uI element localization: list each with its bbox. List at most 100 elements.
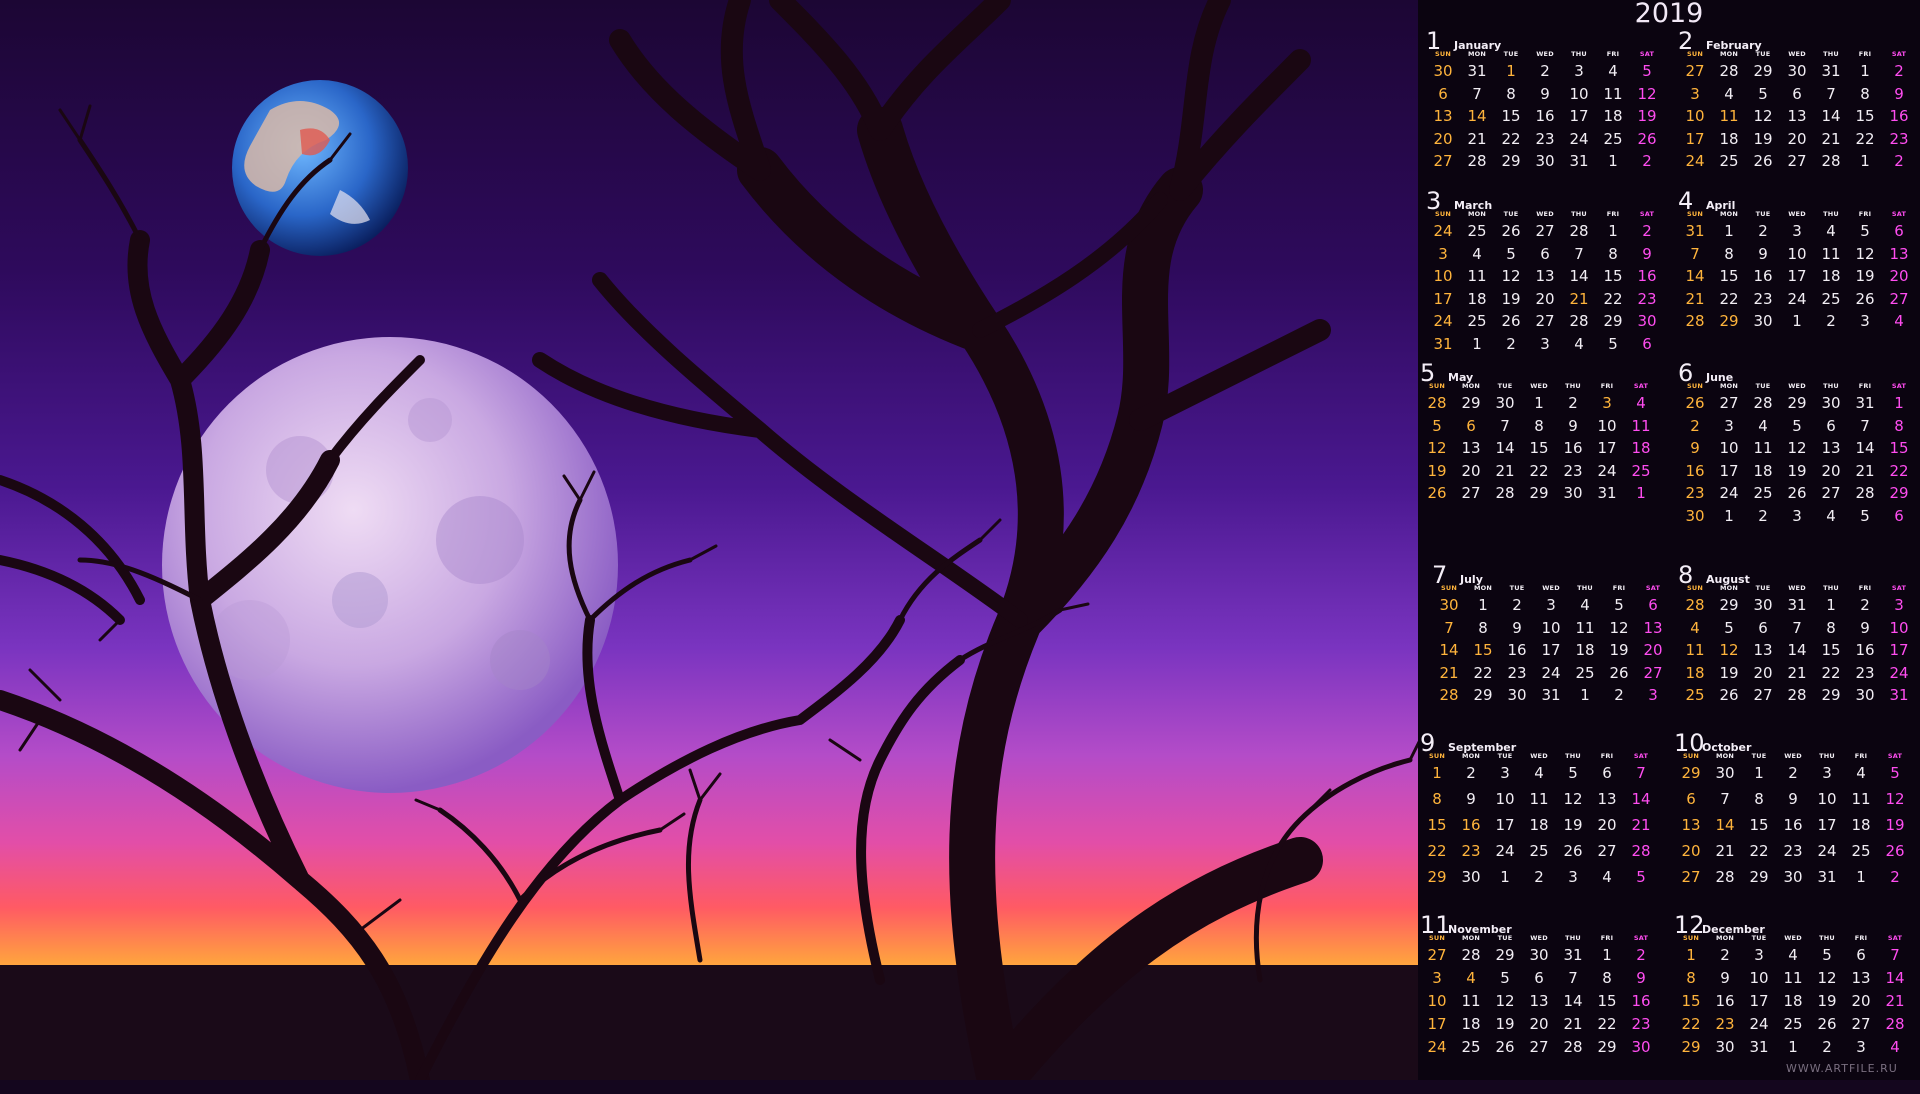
day-cell: 22 (1427, 842, 1447, 860)
day-cell: 31 (1597, 484, 1617, 502)
day-cell: 20 (1461, 461, 1481, 480)
day-cell: 18 (1783, 992, 1803, 1010)
day-cell: 30 (1439, 596, 1459, 614)
day-cell: 23 (1783, 842, 1803, 860)
day-cell: 9 (1758, 244, 1768, 263)
day-cell: 31 (1467, 62, 1487, 80)
day-cell: 4 (1890, 1038, 1900, 1056)
weekday-header: FRI (1600, 752, 1614, 760)
day-cell: 18 (1529, 816, 1549, 834)
day-cell: 27 (1787, 152, 1807, 170)
day-cell: 25 (1575, 663, 1595, 682)
day-cell: 25 (1753, 484, 1773, 502)
day-cell: 18 (1753, 461, 1773, 480)
weekday-header: SUN (1687, 382, 1703, 390)
day-cell: 15 (1889, 439, 1909, 457)
day-cell: 29 (1889, 484, 1909, 502)
day-cell: 7 (1574, 244, 1584, 263)
day-cell: 19 (1563, 816, 1583, 834)
day-cell: 3 (1792, 222, 1802, 240)
weekday-header: TUE (1755, 50, 1771, 58)
day-cell: 19 (1753, 129, 1773, 148)
day-cell: 7 (1890, 946, 1900, 964)
day-cell: 9 (1636, 969, 1646, 987)
weekday-header: SAT (1887, 934, 1903, 942)
day-cell: 30 (1715, 764, 1735, 782)
weekday-header: FRI (1854, 934, 1868, 942)
day-cell: 18 (1603, 107, 1623, 125)
day-cell: 2 (1826, 312, 1836, 330)
day-cell: 10 (1597, 416, 1617, 435)
day-cell: 4 (1602, 868, 1612, 886)
day-cell: 9 (1690, 439, 1700, 457)
day-cell: 28 (1631, 842, 1651, 860)
day-cell: 29 (1821, 686, 1841, 704)
day-cell: 7 (1860, 416, 1870, 435)
weekday-header: WED (1530, 752, 1548, 760)
day-cell: 6 (1438, 84, 1448, 103)
day-cell: 28 (1427, 394, 1447, 412)
weekday-header: TUE (1755, 382, 1771, 390)
weekday-header: TUE (1755, 584, 1771, 592)
day-cell: 6 (1534, 969, 1544, 987)
day-cell: 1 (1686, 946, 1696, 964)
day-cell: 5 (1860, 506, 1870, 525)
day-cell: 24 (1889, 663, 1909, 682)
day-cell: 14 (1821, 107, 1841, 125)
day-cell: 3 (1822, 764, 1832, 782)
day-cell: 7 (1636, 764, 1646, 782)
weekday-header: FRI (1606, 50, 1620, 58)
day-cell: 12 (1753, 107, 1773, 125)
day-cell: 1 (1580, 686, 1590, 704)
day-cell: 26 (1719, 686, 1739, 704)
day-cell: 19 (1817, 992, 1837, 1010)
day-cell: 27 (1643, 663, 1663, 682)
day-cell: 1 (1792, 312, 1802, 330)
weekday-header: SUN (1435, 210, 1451, 218)
weekday-header: WED (1784, 752, 1802, 760)
weekday-header: SAT (1891, 210, 1907, 218)
day-cell: 15 (1719, 267, 1739, 285)
day-cell: 20 (1433, 129, 1453, 148)
day-cell: 3 (1500, 764, 1510, 782)
weekday-header: THU (1565, 382, 1581, 390)
day-cell: 21 (1439, 663, 1459, 682)
day-cell: 15 (1749, 816, 1769, 834)
day-cell: 31 (1889, 686, 1909, 704)
day-cell: 30 (1855, 686, 1875, 704)
day-cell: 14 (1495, 439, 1515, 457)
day-cell: 11 (1783, 969, 1803, 987)
day-cell: 3 (1690, 84, 1700, 103)
weekday-header: THU (1577, 584, 1593, 592)
day-cell: 31 (1433, 334, 1453, 353)
weekday-header: WED (1784, 934, 1802, 942)
day-cell: 1 (1478, 596, 1488, 614)
day-cell: 30 (1529, 946, 1549, 964)
day-cell: 17 (1889, 641, 1909, 659)
day-cell: 3 (1574, 62, 1584, 80)
day-cell: 3 (1568, 868, 1578, 886)
day-cell: 4 (1690, 618, 1700, 637)
day-cell: 7 (1690, 244, 1700, 263)
day-cell: 23 (1563, 461, 1583, 480)
day-cell: 4 (1724, 84, 1734, 103)
day-cell: 10 (1433, 267, 1453, 285)
day-cell: 6 (1540, 244, 1550, 263)
weekday-header: FRI (1606, 210, 1620, 218)
day-cell: 14 (1685, 267, 1705, 285)
day-cell: 29 (1597, 1038, 1617, 1056)
day-cell: 5 (1614, 596, 1624, 614)
weekday-header: WED (1788, 210, 1806, 218)
day-cell: 15 (1821, 641, 1841, 659)
day-cell: 6 (1758, 618, 1768, 637)
day-cell: 20 (1529, 1015, 1549, 1033)
day-cell: 31 (1817, 868, 1837, 886)
weekday-header: SAT (1891, 382, 1907, 390)
day-cell: 8 (1608, 244, 1618, 263)
day-cell: 5 (1860, 222, 1870, 240)
day-cell: 28 (1719, 62, 1739, 80)
day-cell: 1 (1724, 222, 1734, 240)
day-cell: 27 (1529, 1038, 1549, 1056)
day-cell: 16 (1637, 267, 1657, 285)
day-cell: 4 (1580, 596, 1590, 614)
